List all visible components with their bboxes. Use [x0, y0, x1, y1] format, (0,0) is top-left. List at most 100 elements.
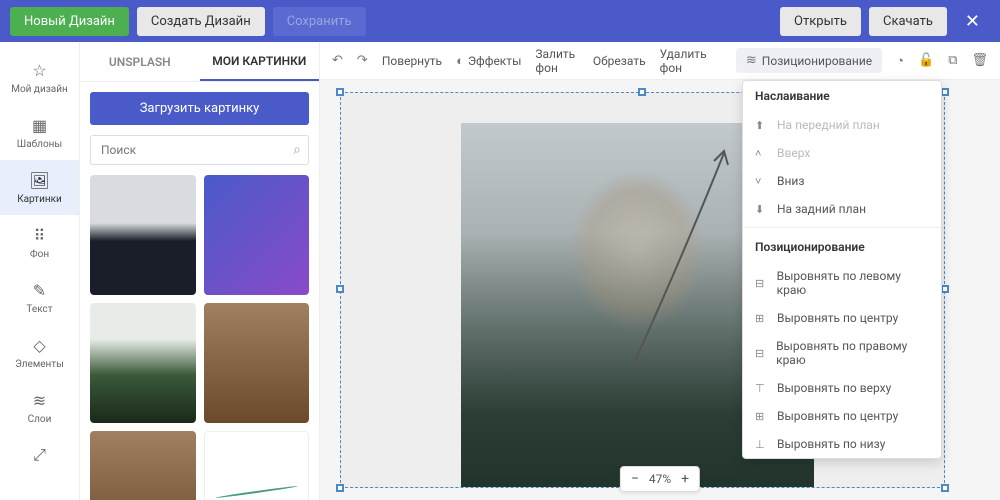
resize-handle[interactable]: [336, 285, 344, 293]
to-back-icon: ⬇: [755, 203, 769, 216]
resize-handle[interactable]: [941, 484, 949, 492]
effects-button[interactable]: ◐ Эффекты: [456, 53, 521, 69]
open-button[interactable]: Открыть: [780, 7, 861, 36]
thumbnail[interactable]: [204, 431, 310, 500]
undo-icon: ↶: [332, 53, 343, 68]
dropdown-section-header: Позиционирование: [743, 232, 941, 262]
align-right-icon: ⊟: [755, 347, 768, 360]
side-panel: UNSPLASH МОИ КАРТИНКИ Загрузить картинку…: [80, 42, 320, 500]
align-center-h[interactable]: ⊞ Выровнять по центру: [743, 304, 941, 332]
bring-to-front[interactable]: ⬆ На передний план: [743, 111, 941, 139]
positioning-dropdown: Наслаивание ⬆На передний план ˄Вверх ˅Вн…: [742, 80, 942, 459]
search-input[interactable]: [90, 135, 309, 165]
nav-label: Картинки: [17, 194, 62, 205]
send-to-back[interactable]: ⬇ На задний план: [743, 195, 941, 223]
resize-handle[interactable]: [336, 88, 344, 96]
download-button[interactable]: Скачать: [869, 7, 947, 36]
text-icon: ✎: [30, 280, 50, 300]
to-front-icon: ⬆: [755, 119, 769, 132]
layers-icon: ≋: [746, 53, 757, 68]
dd-label: Выровнять по левому краю: [777, 269, 929, 297]
dd-label: Выровнять по верху: [777, 381, 891, 395]
thumbnail[interactable]: [90, 303, 196, 423]
nav-templates[interactable]: ▦ Шаблоны: [0, 105, 79, 160]
annotation-arrow: [624, 133, 744, 373]
nav-label: Фон: [30, 249, 49, 260]
resize-handle[interactable]: [638, 88, 646, 96]
align-left[interactable]: ⊟ Выровнять по левому краю: [743, 262, 941, 304]
resize-handle[interactable]: [336, 484, 344, 492]
close-icon[interactable]: ✕: [955, 11, 990, 32]
nav-label: Элементы: [15, 359, 64, 370]
layers-icon: ≋: [30, 390, 50, 410]
opacity-button[interactable]: ◔: [896, 53, 904, 69]
align-bottom-icon: ⊥: [755, 438, 769, 451]
thumbnail[interactable]: [90, 175, 196, 295]
tab-my-pictures[interactable]: МОИ КАРТИНКИ: [200, 42, 320, 81]
remove-bg-button[interactable]: Удалить фон: [660, 47, 708, 75]
zoom-bar: − 47% +: [620, 466, 700, 492]
nav-layers[interactable]: ≋ Слои: [0, 380, 79, 435]
nav-label: Слои: [28, 414, 52, 425]
dd-label: Выровнять по низу: [777, 437, 885, 451]
tab-unsplash[interactable]: UNSPLASH: [80, 42, 200, 81]
shapes-icon: ◇: [30, 335, 50, 355]
redo-button[interactable]: ↷: [357, 53, 368, 68]
effects-icon: ◐: [456, 53, 464, 69]
duplicate-button[interactable]: ⧉: [948, 53, 957, 68]
zoom-in-button[interactable]: +: [681, 471, 689, 487]
undo-button[interactable]: ↶: [332, 53, 343, 68]
canvas-toolbar: ↶ ↷ Повернуть ◐ Эффекты Залить фон Обрез…: [320, 42, 1000, 80]
move-down[interactable]: ˅Вниз: [743, 167, 941, 195]
dd-label: Выровнять по центру: [777, 311, 898, 325]
thumbnail[interactable]: [90, 431, 196, 500]
nav-label: Текст: [26, 304, 52, 315]
nav-text[interactable]: ✎ Текст: [0, 270, 79, 325]
nav-fullscreen[interactable]: ⤢: [0, 435, 79, 475]
nav-label: Мой дизайн: [11, 84, 68, 95]
tool-label: Позиционирование: [762, 54, 872, 68]
chevron-up-icon: ˄: [755, 147, 769, 160]
thumbnail[interactable]: [204, 303, 310, 423]
picture-icon: 🖼: [30, 170, 50, 190]
star-icon: ☆: [30, 60, 50, 80]
dd-label: На задний план: [777, 202, 866, 216]
thumbnail[interactable]: [204, 175, 310, 295]
align-top[interactable]: ⊤Выровнять по верху: [743, 374, 941, 402]
align-center-v[interactable]: ⊞Выровнять по центру: [743, 402, 941, 430]
resize-handle[interactable]: [941, 88, 949, 96]
move-up[interactable]: ˄ Вверх: [743, 139, 941, 167]
chevron-down-icon: ˅: [755, 175, 769, 188]
rotate-button[interactable]: Повернуть: [382, 54, 442, 68]
nav-pictures[interactable]: 🖼 Картинки: [0, 160, 79, 215]
align-right[interactable]: ⊟Выровнять по правому краю: [743, 332, 941, 374]
search-box: ⌕: [90, 135, 309, 165]
redo-icon: ↷: [357, 53, 368, 68]
dd-label: На передний план: [777, 118, 880, 132]
nav-elements[interactable]: ◇ Элементы: [0, 325, 79, 380]
resize-handle[interactable]: [941, 285, 949, 293]
lock-button[interactable]: 🔓: [918, 53, 934, 68]
upload-button[interactable]: Загрузить картинку: [90, 92, 309, 125]
positioning-button[interactable]: ≋ Позиционирование: [736, 48, 882, 73]
nav-background[interactable]: ⠿ Фон: [0, 215, 79, 270]
dd-label: Вверх: [777, 146, 810, 160]
zoom-out-button[interactable]: −: [631, 471, 639, 487]
templates-icon: ▦: [30, 115, 50, 135]
grid-icon: ⠿: [30, 225, 50, 245]
fill-bg-button[interactable]: Залить фон: [535, 47, 579, 75]
crop-button[interactable]: Обрезать: [593, 54, 646, 68]
delete-button[interactable]: 🗑: [971, 53, 988, 68]
thumbnail-grid: [80, 175, 319, 500]
align-center-v-icon: ⊞: [755, 410, 769, 423]
canvas-area: ↶ ↷ Повернуть ◐ Эффекты Залить фон Обрез…: [320, 42, 1000, 500]
create-design-button[interactable]: Создать Дизайн: [137, 7, 265, 36]
align-center-h-icon: ⊞: [755, 312, 769, 325]
save-button: Сохранить: [273, 7, 366, 36]
new-design-button[interactable]: Новый Дизайн: [10, 7, 129, 36]
align-bottom[interactable]: ⊥ Выровнять по низу: [743, 430, 941, 458]
topbar: Новый Дизайн Создать Дизайн Сохранить От…: [0, 0, 1000, 42]
nav-my-design[interactable]: ☆ Мой дизайн: [0, 50, 79, 105]
nav-label: Шаблоны: [17, 139, 62, 150]
align-left-icon: ⊟: [755, 277, 769, 290]
